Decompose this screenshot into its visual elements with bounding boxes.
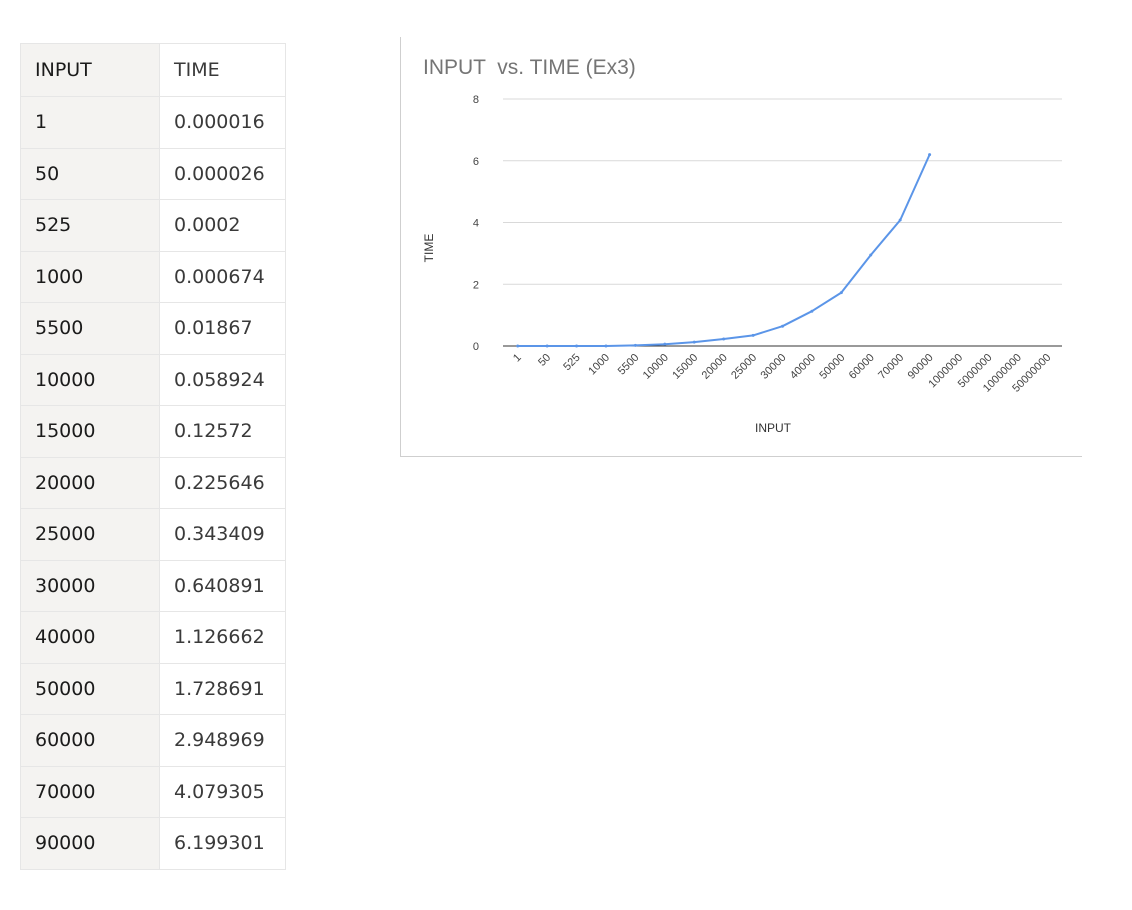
table-row: 5500 0.01867 [20, 302, 286, 355]
grid-layer [503, 98, 1062, 347]
cell-input: 90000 [20, 817, 160, 870]
cell-input: 1 [20, 96, 160, 149]
y-tick-label: 6 [473, 156, 479, 168]
chart-panel: INPUT vs. TIME (Ex3) TIME INPUT 02468 15… [400, 37, 1082, 457]
table-header-row: INPUT TIME [20, 43, 286, 97]
x-tick-label: 1 [511, 352, 524, 365]
data-point [898, 218, 902, 222]
y-tick-label: 2 [473, 279, 479, 291]
x-tick-label: 30000 [759, 352, 789, 382]
x-tick-label: 70000 [876, 352, 906, 382]
x-tick-label: 5500 [616, 352, 642, 378]
cell-input: 1000 [20, 250, 160, 303]
data-point [604, 344, 608, 348]
cell-input: 20000 [20, 456, 160, 509]
table-row: 90000 6.199301 [20, 817, 286, 870]
cell-input: 10000 [20, 353, 160, 406]
cell-input: 60000 [20, 714, 160, 767]
x-tick-label: 1000 [586, 352, 612, 378]
x-tick-label: 60000 [847, 352, 877, 382]
cell-time: 0.225646 [159, 456, 286, 509]
data-point [781, 324, 784, 328]
data-point [545, 344, 549, 348]
data-point [516, 344, 520, 348]
chart-title: INPUT vs. TIME (Ex3) [423, 56, 636, 79]
table-row: 10000 0.058924 [20, 353, 286, 406]
cell-time: 0.000026 [159, 147, 286, 200]
header-input: INPUT [20, 43, 160, 97]
data-point [810, 309, 814, 313]
cell-time: 0.343409 [159, 508, 286, 561]
cell-time: 0.000016 [159, 96, 286, 149]
cell-time: 1.126662 [159, 611, 286, 664]
cell-time: 0.12572 [159, 405, 286, 458]
x-tick-label: 15000 [670, 352, 700, 382]
table-row: 50 0.000026 [20, 147, 286, 200]
x-tick-label: 40000 [788, 352, 818, 382]
y-tick-label: 4 [473, 218, 479, 230]
y-tick-label: 0 [473, 341, 479, 353]
data-point [869, 253, 873, 257]
data-point [751, 333, 755, 337]
cell-input: 30000 [20, 559, 160, 612]
x-tick-layer: 1 50 525 1000 5500 10000 15000 20000 25000 30000 4… [511, 352, 1053, 395]
cell-input: 525 [20, 199, 160, 252]
cell-input: 70000 [20, 765, 160, 818]
table-row: 50000 1.728691 [20, 662, 286, 715]
cell-time: 0.01867 [159, 302, 286, 355]
data-point [663, 342, 667, 346]
data-point [722, 337, 726, 341]
table-row: 525 0.0002 [20, 199, 286, 252]
y-tick-label: 8 [473, 94, 479, 106]
cell-input: 50 [20, 147, 160, 200]
cell-time: 0.0002 [159, 199, 286, 252]
table-row: 40000 1.126662 [20, 611, 286, 664]
cell-time: 0.058924 [159, 353, 286, 406]
x-tick-label: 525 [561, 352, 582, 373]
cell-input: 40000 [20, 611, 160, 664]
table-row: 20000 0.225646 [20, 456, 286, 509]
data-point [692, 340, 696, 344]
table-row: 1 0.000016 [20, 96, 286, 149]
table-body: 1 0.000016 50 0.000026 525 0.0002 1000 0.000674… [20, 96, 286, 870]
data-table: INPUT TIME 1 0.000016 50 0.000026 525 0.0002 1… [20, 43, 286, 870]
table-row: 15000 0.12572 [20, 405, 286, 458]
table-row: 70000 4.079305 [20, 765, 286, 818]
data-point [633, 343, 637, 347]
x-tick-label: 50 [536, 352, 553, 369]
x-tick-label: 25000 [729, 352, 759, 382]
cell-input: 5500 [20, 302, 160, 355]
series-layer [516, 153, 932, 348]
x-axis-title: INPUT [755, 421, 792, 435]
cell-time: 2.948969 [159, 714, 286, 767]
cell-time: 0.640891 [159, 559, 286, 612]
data-point [928, 153, 932, 157]
cell-time: 0.000674 [159, 250, 286, 303]
cell-input: 15000 [20, 405, 160, 458]
table-row: 25000 0.343409 [20, 508, 286, 561]
cell-time: 1.728691 [159, 662, 286, 715]
series-line [517, 154, 931, 347]
header-time: TIME [159, 43, 286, 97]
table-row: 30000 0.640891 [20, 559, 286, 612]
y-axis-title: TIME [422, 234, 436, 263]
cell-time: 4.079305 [159, 765, 286, 818]
cell-input: 50000 [20, 662, 160, 715]
cell-time: 6.199301 [159, 817, 286, 870]
cell-input: 25000 [20, 508, 160, 561]
x-tick-label: 50000 [817, 352, 847, 382]
x-tick-label: 10000 [641, 352, 671, 382]
table-row: 60000 2.948969 [20, 714, 286, 767]
table-row: 1000 0.000674 [20, 250, 286, 303]
line-chart: INPUT vs. TIME (Ex3) TIME INPUT 02468 15… [400, 37, 1082, 457]
data-point [575, 344, 579, 348]
y-tick-layer: 0 2 4 6 8 [473, 94, 479, 353]
x-tick-label: 20000 [700, 352, 730, 382]
data-point [839, 291, 843, 295]
